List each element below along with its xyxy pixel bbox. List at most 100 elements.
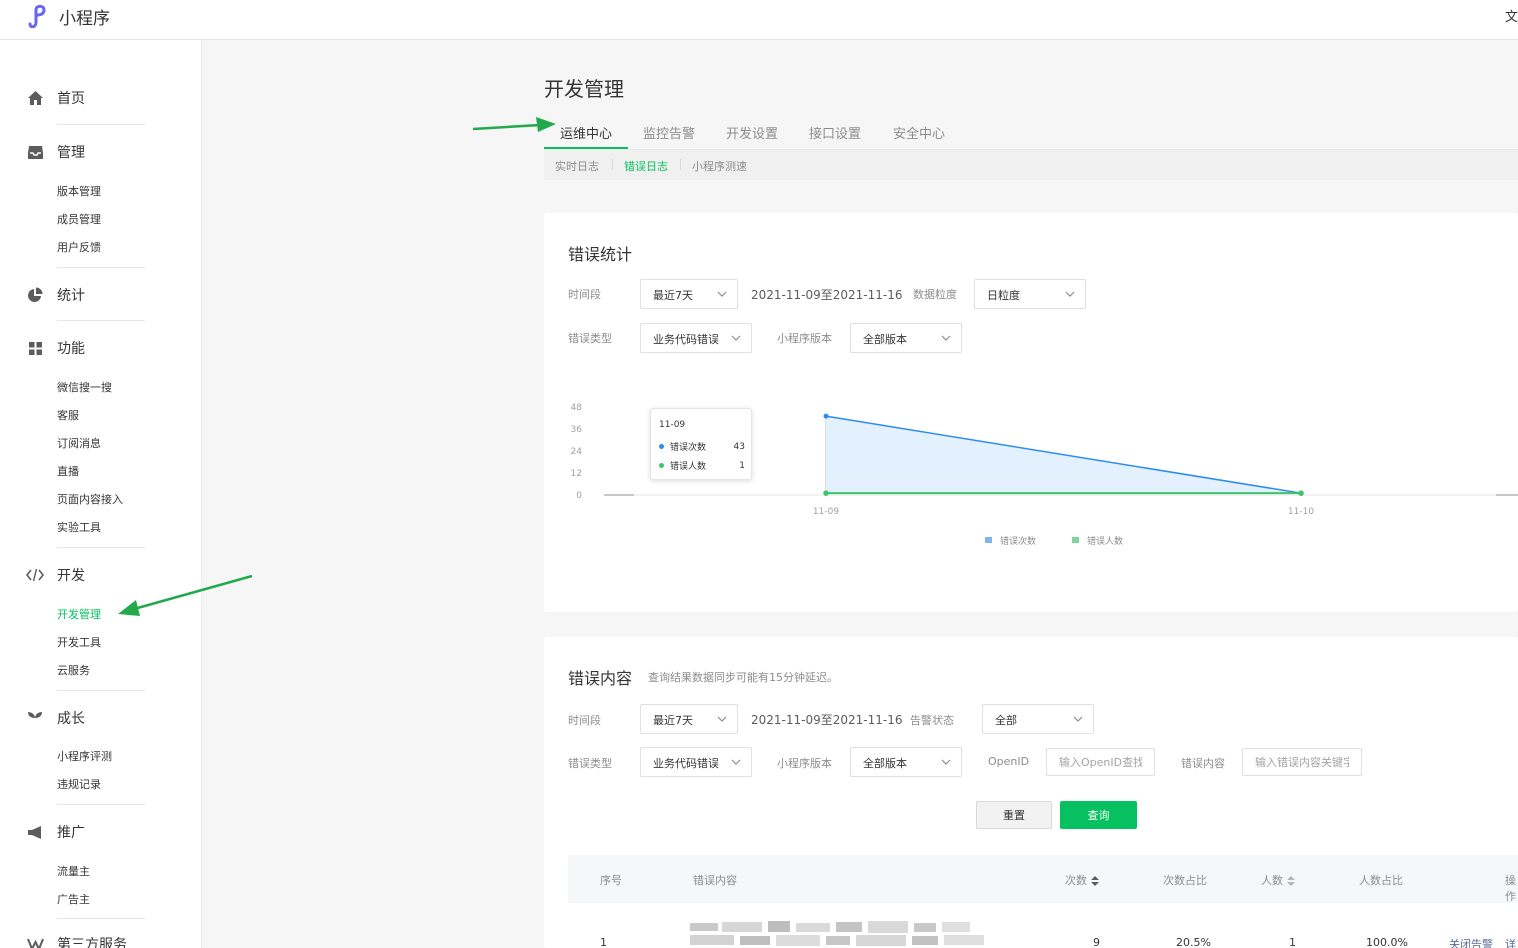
sidebar: 首页 管理 版本管理 成员管理 用户反馈 统计 功能 微信搜一搜 客服 订阅消息… (0, 40, 202, 948)
sync-delay-note: 查询结果数据同步可能有15分钟延迟。 (648, 671, 838, 684)
y-tick-label: 24 (571, 447, 583, 457)
sort-icon (1286, 876, 1295, 886)
active-tab-indicator (544, 147, 628, 149)
error-content-label: 错误内容 (1181, 757, 1225, 770)
divider (57, 547, 145, 548)
sidebar-subitem-evaluate[interactable]: 小程序评测 (57, 748, 112, 764)
sidebar-subitem-advertiser[interactable]: 广告主 (57, 891, 90, 907)
sidebar-item-home[interactable]: 首页 (26, 88, 85, 108)
tooltip-row-value: 1 (739, 460, 745, 471)
divider (57, 804, 145, 805)
reset-button[interactable]: 重置 (976, 801, 1052, 829)
blurred-error-content[interactable] (690, 919, 990, 948)
row-index: 1 (600, 936, 607, 948)
sidebar-item-label: 统计 (57, 288, 85, 304)
sidebar-item-label: 成长 (57, 711, 85, 727)
subtab-realtime-log[interactable]: 实时日志 (555, 158, 599, 174)
sidebar-subitem-service[interactable]: 客服 (57, 407, 79, 423)
error-content-input-wrapper (1242, 748, 1362, 776)
y-tick-label: 0 (576, 491, 582, 501)
sidebar-item-label: 第三方服务 (57, 937, 127, 948)
sidebar-item-manage[interactable]: 管理 (26, 142, 85, 162)
sidebar-subitem-experiment[interactable]: 实验工具 (57, 519, 101, 535)
error-content-card: 错误内容 查询结果数据同步可能有15分钟延迟。 时间段 最近7天 2021-11… (544, 637, 1518, 948)
sidebar-item-promotion[interactable]: 推广 (26, 822, 85, 842)
code-icon (26, 566, 44, 584)
divider (57, 918, 145, 919)
tab-security[interactable]: 安全中心 (893, 123, 945, 142)
sidebar-item-stats[interactable]: 统计 (26, 285, 85, 305)
sprout-icon (26, 709, 44, 727)
alert-status-select[interactable]: 全部 (982, 704, 1094, 734)
tab-dev-settings[interactable]: 开发设置 (726, 123, 778, 142)
divider (57, 690, 145, 691)
tooltip-row: 错误人数 1 (659, 459, 745, 472)
legend-label: 错误人数 (1087, 535, 1123, 547)
home-icon (26, 89, 44, 107)
openid-input-wrapper (1046, 748, 1155, 776)
divider (57, 267, 145, 268)
tab-monitoring[interactable]: 监控告警 (643, 123, 695, 142)
mini-program-logo-icon[interactable] (26, 2, 54, 28)
chevron-down-icon (1073, 716, 1083, 722)
sidebar-subitem-live[interactable]: 直播 (57, 463, 79, 479)
error-type-select-value: 业务代码错误 (653, 757, 719, 770)
subtab-error-log[interactable]: 错误日志 (624, 158, 668, 174)
y-tick-label: 12 (571, 469, 582, 479)
errors-version-select[interactable]: 全部版本 (850, 747, 962, 777)
errors-error-type-select[interactable]: 业务代码错误 (640, 747, 752, 777)
subtab-speed-test[interactable]: 小程序测速 (692, 158, 747, 174)
error-type-label: 错误类型 (568, 757, 612, 770)
errors-period-select[interactable]: 最近7天 (640, 704, 738, 734)
sidebar-item-growth[interactable]: 成长 (26, 708, 85, 728)
brand-name[interactable]: 小程序 (59, 4, 110, 29)
sidebar-subitem-version[interactable]: 版本管理 (57, 183, 101, 199)
row-user-ratio: 100.0% (1366, 936, 1408, 948)
sidebar-subitem-page-content[interactable]: 页面内容接入 (57, 491, 123, 507)
openid-input[interactable] (1047, 749, 1154, 775)
sidebar-subitem-dev-manage[interactable]: 开发管理 (57, 606, 101, 622)
tooltip-row-name: 错误人数 (670, 462, 707, 472)
sidebar-subitem-violations[interactable]: 违规记录 (57, 776, 101, 792)
sidebar-subitem-feedback[interactable]: 用户反馈 (57, 239, 101, 255)
sidebar-item-label: 管理 (57, 145, 85, 161)
version-select-value: 全部版本 (863, 757, 907, 770)
sidebar-subitem-subscribe[interactable]: 订阅消息 (57, 435, 101, 451)
grid-icon (26, 339, 44, 357)
column-users[interactable]: 人数 (1261, 872, 1295, 888)
close-alert-link[interactable]: 关闭告警 (1449, 936, 1493, 948)
sidebar-subitem-members[interactable]: 成员管理 (57, 211, 101, 227)
sidebar-subitem-search[interactable]: 微信搜一搜 (57, 379, 112, 395)
legend-label: 错误次数 (1000, 535, 1036, 547)
column-count-ratio: 次数占比 (1163, 874, 1207, 887)
sidebar-subitem-dev-tools[interactable]: 开发工具 (57, 634, 101, 650)
sidebar-subitem-traffic-owner[interactable]: 流量主 (57, 863, 90, 879)
sidebar-subitem-cloud[interactable]: 云服务 (57, 662, 90, 678)
chevron-down-icon (941, 759, 951, 765)
chart-tooltip: 11-09 错误次数 43 错误人数 1 (650, 408, 752, 480)
column-count-label: 次数 (1065, 874, 1087, 887)
column-error-content: 错误内容 (693, 874, 737, 887)
x-tick-label: 11-09 (813, 507, 839, 517)
tooltip-row-value: 43 (733, 441, 745, 452)
column-count[interactable]: 次数 (1065, 872, 1099, 888)
header-right-text[interactable]: 文 (1505, 6, 1518, 25)
detail-link[interactable]: 详 (1505, 936, 1516, 948)
page-title: 开发管理 (544, 77, 624, 101)
column-actions: 操作 (1505, 874, 1516, 903)
row-count-ratio: 20.5% (1176, 936, 1211, 948)
column-users-label: 人数 (1261, 874, 1283, 887)
column-user-ratio: 人数占比 (1359, 874, 1403, 887)
query-button[interactable]: 查询 (1060, 801, 1137, 829)
sidebar-item-third-party[interactable]: 第三方服务 (26, 934, 127, 948)
tab-ops-center[interactable]: 运维中心 (560, 123, 612, 142)
inbox-icon (26, 143, 44, 161)
error-stats-card: 错误统计 时间段 最近7天 2021-11-09至2021-11-16 数据粒度… (544, 213, 1518, 612)
legend-swatch (985, 537, 992, 543)
tab-api-settings[interactable]: 接口设置 (809, 123, 861, 142)
pie-chart-icon (26, 286, 44, 304)
sidebar-item-develop[interactable]: 开发 (26, 565, 85, 585)
error-content-input[interactable] (1243, 749, 1361, 775)
sidebar-item-features[interactable]: 功能 (26, 338, 85, 358)
period-select-value: 最近7天 (653, 714, 693, 727)
